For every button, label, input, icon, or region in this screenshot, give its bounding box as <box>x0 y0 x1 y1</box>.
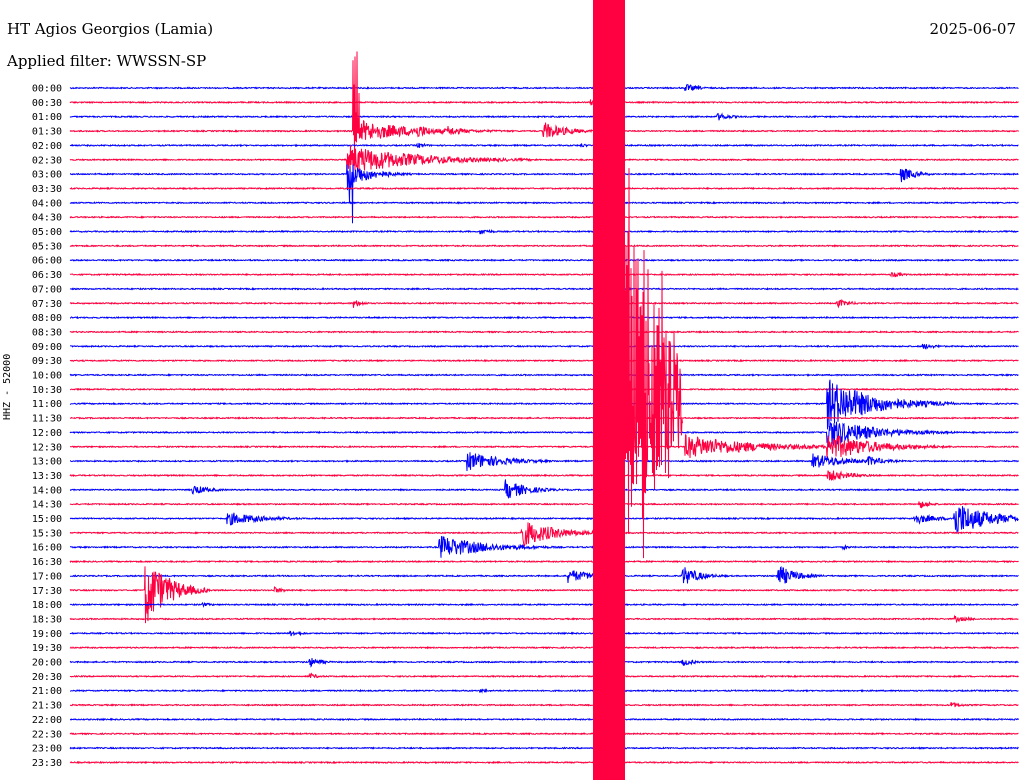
row-time-label: 11:30 <box>32 414 62 425</box>
trace-line <box>69 379 1019 430</box>
trace-line <box>69 559 1019 564</box>
trace-line <box>69 142 1019 148</box>
trace-line <box>69 566 1019 624</box>
trace-line <box>69 200 1019 205</box>
trace-line <box>69 746 1019 750</box>
trace-line <box>69 614 1019 624</box>
row-time-label: 11:00 <box>32 399 62 410</box>
row-time-label: 02:30 <box>32 155 62 166</box>
row-time-label: 04:00 <box>32 198 62 209</box>
trace-line <box>69 145 1019 175</box>
trace-line <box>69 244 1019 248</box>
trace-line <box>69 601 1019 608</box>
row-time-label: 06:30 <box>32 270 62 281</box>
trace-line <box>69 215 1019 219</box>
row-time-label: 01:00 <box>32 112 62 123</box>
row-time-label: 12:30 <box>32 442 62 453</box>
trace-line <box>69 760 1019 765</box>
trace-line <box>69 387 1019 392</box>
row-time-label: 06:00 <box>32 256 62 267</box>
trace-line <box>69 84 1019 91</box>
trace-line <box>69 298 1019 309</box>
trace-line <box>70 688 1019 694</box>
row-time-label: 02:00 <box>32 141 62 152</box>
trace-line <box>69 701 1019 708</box>
trace-line <box>69 566 1019 584</box>
mainshock-coda <box>622 168 683 559</box>
row-time-label: 23:30 <box>32 758 62 769</box>
row-time-label: 15:30 <box>32 528 62 539</box>
row-time-label: 07:30 <box>32 299 62 310</box>
row-time-label: 20:00 <box>32 658 62 669</box>
row-time-label: 17:30 <box>32 586 62 597</box>
seismogram-traces <box>69 51 1019 765</box>
row-time-label: 16:30 <box>32 557 62 568</box>
trace-line <box>69 645 1019 650</box>
mainshock-band <box>593 0 625 780</box>
row-time-label: 12:00 <box>32 428 62 439</box>
trace-line <box>69 228 1019 235</box>
trace-line <box>69 434 1019 460</box>
row-time-label: 22:00 <box>32 715 62 726</box>
row-time-label: 14:30 <box>32 500 62 511</box>
trace-line <box>69 470 1019 481</box>
row-time-label: 03:30 <box>32 184 62 195</box>
trace-line <box>69 358 1019 363</box>
row-time-label: 21:00 <box>32 686 62 697</box>
trace-line <box>69 343 1019 350</box>
row-time-label: 19:00 <box>32 629 62 640</box>
row-time-label: 00:30 <box>32 98 62 109</box>
trace-line <box>70 452 1019 472</box>
row-time-label: 15:00 <box>32 514 62 525</box>
row-time-labels: 00:00 00:30 01:00 01:30 02:00 02:30 03:00 03:30… <box>32 84 62 769</box>
row-time-label: 16:00 <box>32 543 62 554</box>
trace-line <box>69 657 1019 668</box>
row-time-label: 05:30 <box>32 241 62 252</box>
row-time-label: 09:30 <box>32 356 62 367</box>
trace-line <box>69 258 1019 263</box>
trace-line <box>69 286 1019 291</box>
row-time-label: 19:30 <box>32 643 62 654</box>
trace-line <box>69 536 1019 558</box>
row-time-label: 10:00 <box>32 371 62 382</box>
row-time-label: 22:30 <box>32 729 62 740</box>
trace-line <box>69 522 1019 547</box>
row-time-label: 13:30 <box>32 471 62 482</box>
trace-line <box>69 99 1019 106</box>
trace-line <box>69 271 1019 279</box>
row-time-label: 03:00 <box>32 170 62 181</box>
row-time-label: 08:00 <box>32 313 62 324</box>
row-time-label: 20:30 <box>32 672 62 683</box>
row-time-label: 04:30 <box>32 213 62 224</box>
row-time-label: 08:30 <box>32 327 62 338</box>
row-time-label: 00:00 <box>32 84 62 95</box>
helicorder-plot: 00:00 00:30 01:00 01:30 02:00 02:30 03:00 03:30… <box>32 0 1019 780</box>
row-time-label: 10:30 <box>32 385 62 396</box>
row-time-label: 18:00 <box>32 600 62 611</box>
row-time-label: 07:00 <box>32 284 62 295</box>
trace-line <box>69 731 1019 736</box>
row-time-label: 13:00 <box>32 457 62 468</box>
trace-line <box>69 717 1019 722</box>
row-time-label: 14:00 <box>32 485 62 496</box>
trace-line <box>69 630 1019 637</box>
trace-line <box>69 479 1019 500</box>
row-time-label: 23:00 <box>32 744 62 755</box>
trace-line <box>69 186 1019 191</box>
trace-line <box>69 315 1019 320</box>
row-time-label: 18:30 <box>32 614 62 625</box>
trace-line <box>69 672 1019 679</box>
row-time-label: 05:00 <box>32 227 62 238</box>
row-time-label: 21:30 <box>32 701 62 712</box>
row-time-label: 17:00 <box>32 571 62 582</box>
row-time-label: 09:00 <box>32 342 62 353</box>
trace-line <box>69 330 1019 334</box>
trace-line <box>69 506 1019 534</box>
trace-line <box>69 501 1019 509</box>
trace-line <box>69 416 1019 420</box>
trace-line <box>69 373 1019 377</box>
trace-line <box>69 112 1019 121</box>
row-time-label: 01:30 <box>32 127 62 138</box>
trace-line <box>69 164 1019 224</box>
